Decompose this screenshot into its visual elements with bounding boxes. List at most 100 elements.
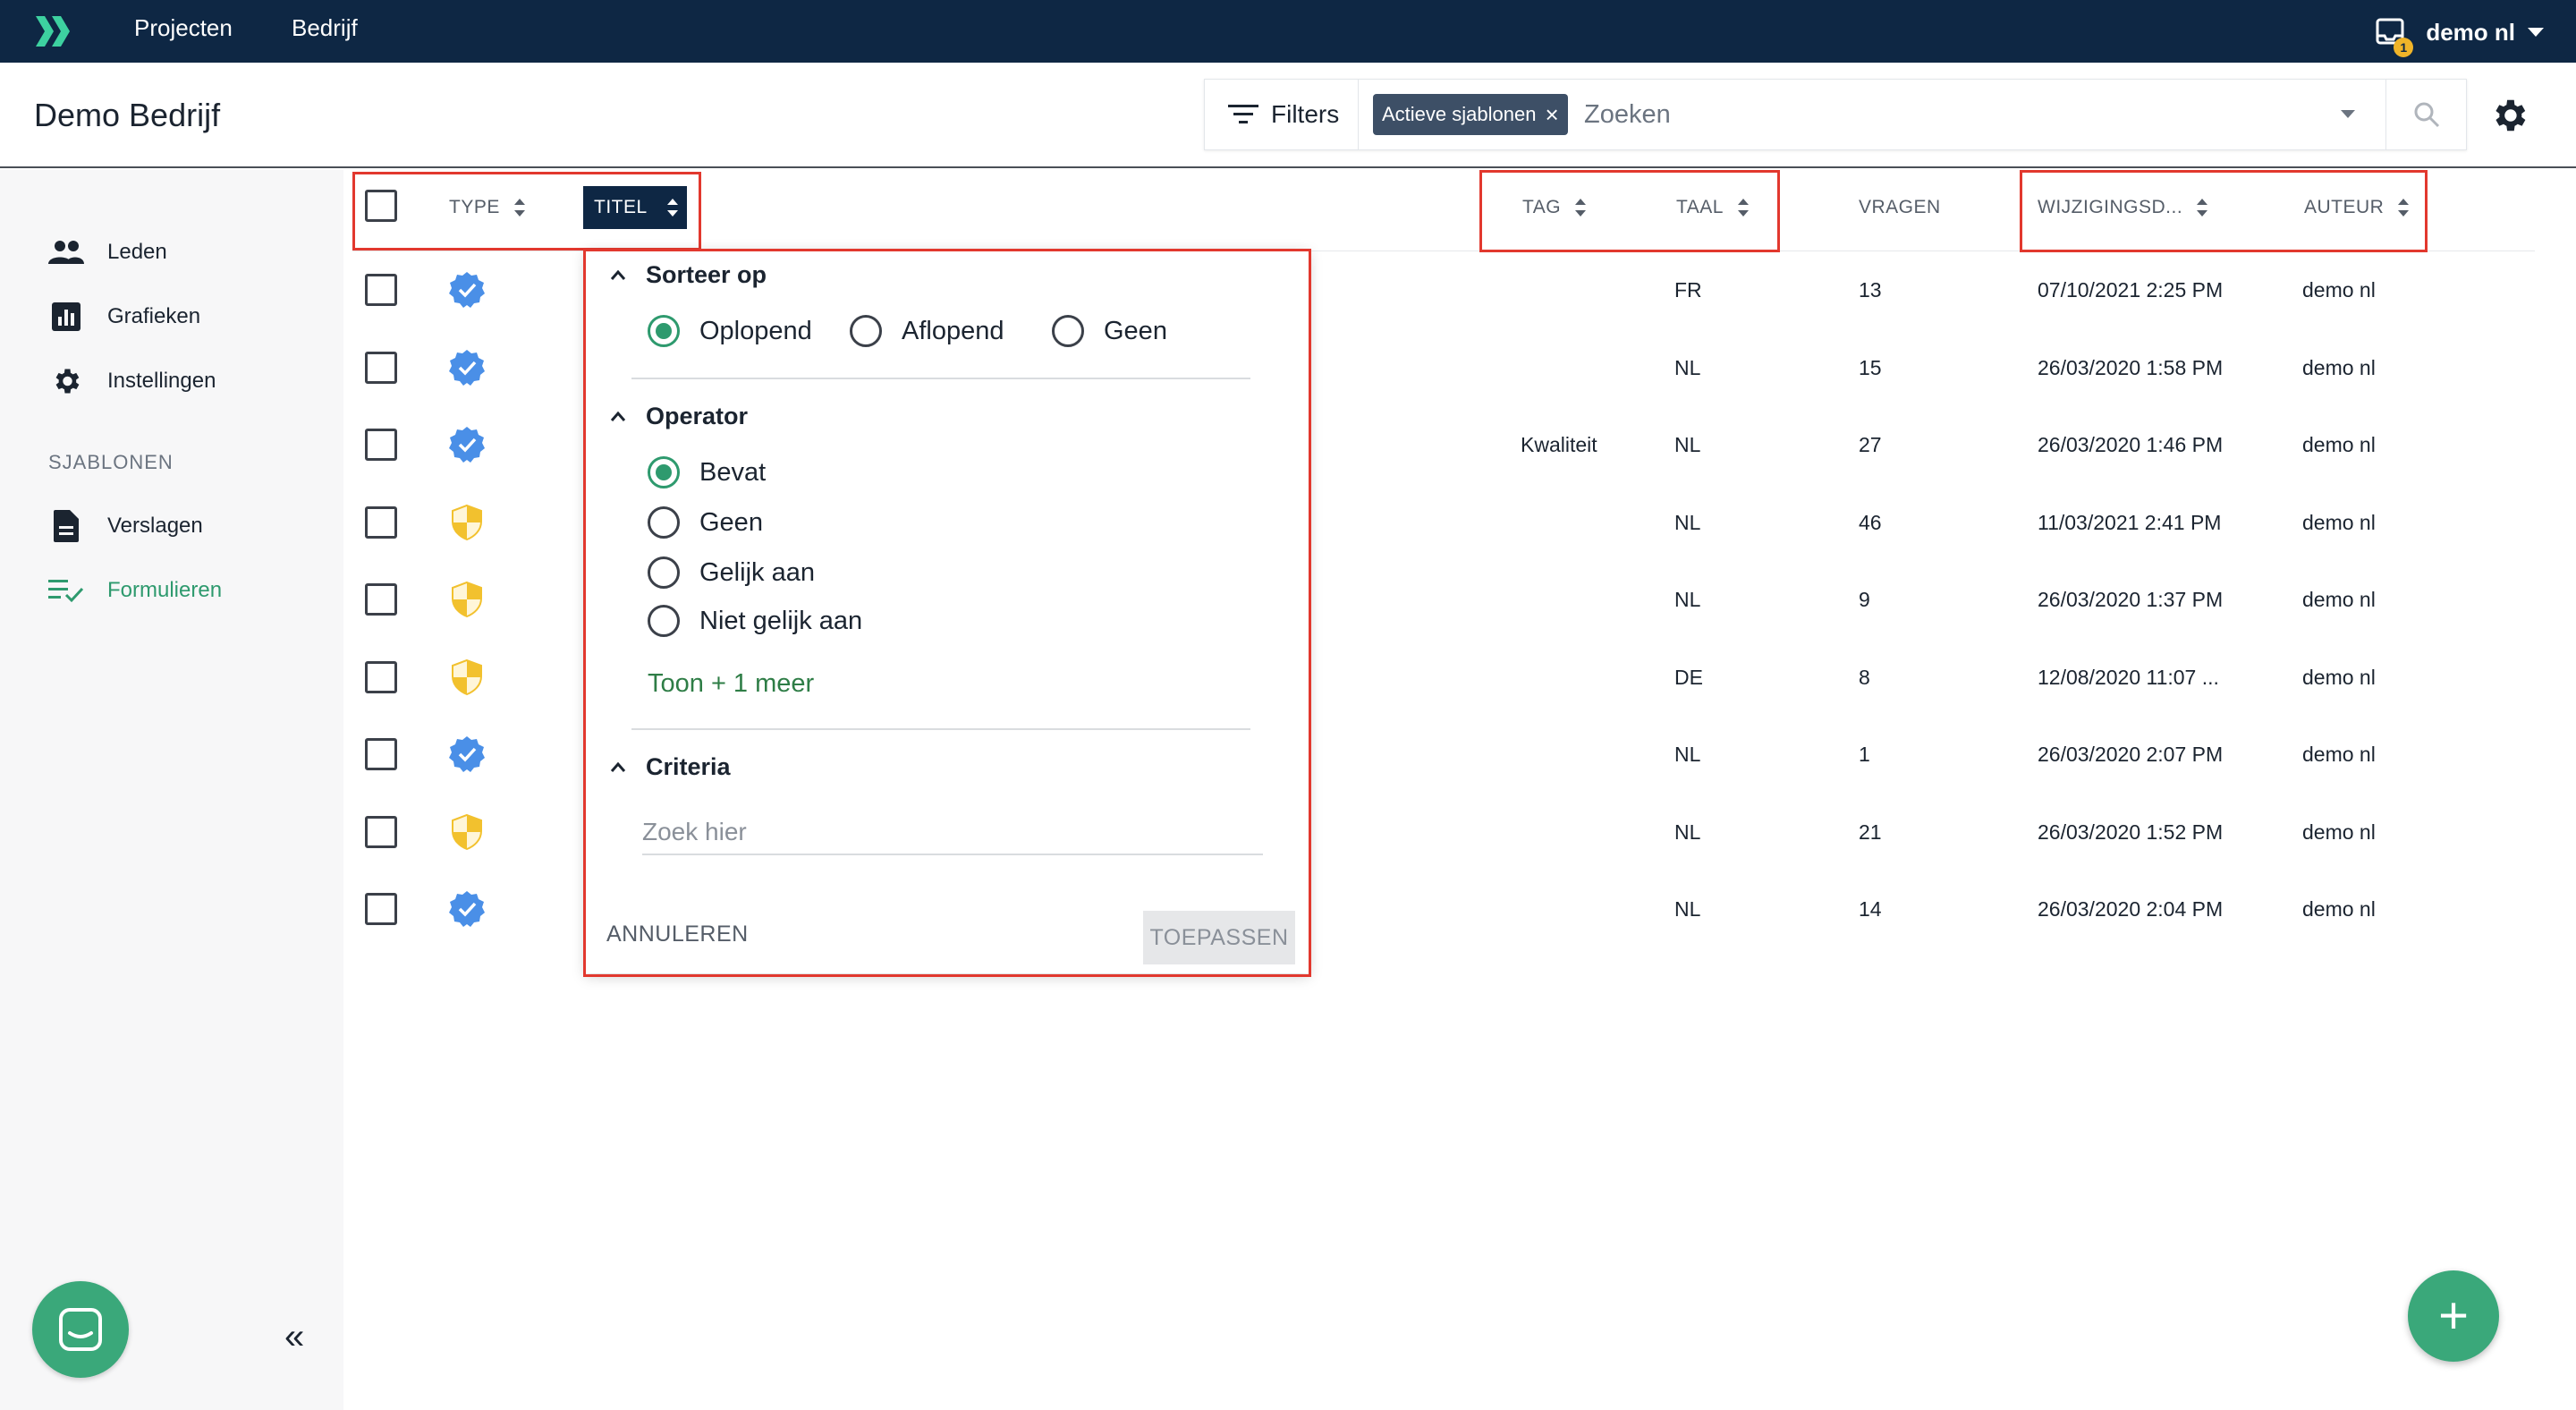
- search-bar: Filters Actieve sjablonen ×: [1204, 79, 2467, 150]
- row-checkbox[interactable]: [365, 506, 397, 539]
- cancel-button[interactable]: ANNULEREN: [606, 922, 749, 947]
- radio-circle: [648, 506, 680, 539]
- collapse-sidebar-icon[interactable]: «: [284, 1317, 304, 1357]
- chat-icon: [59, 1308, 102, 1351]
- row-checkbox[interactable]: [365, 352, 397, 384]
- radio-label: Niet gelijk aan: [699, 606, 863, 635]
- apply-button[interactable]: TOEPASSEN: [1143, 911, 1295, 964]
- inbox-badge: 1: [2394, 38, 2414, 57]
- user-name[interactable]: demo nl: [2426, 19, 2515, 47]
- sidebar-item-formulieren[interactable]: Formulieren: [48, 573, 222, 608]
- author-cell: demo nl: [2302, 511, 2376, 534]
- column-header-auteur[interactable]: AUTEUR: [2304, 197, 2410, 218]
- criteria-search-input[interactable]: [642, 811, 1263, 855]
- show-more-link[interactable]: Toon + 1 meer: [648, 669, 814, 699]
- sort-icon: [1737, 198, 1749, 217]
- sidebar-item-leden[interactable]: Leden: [48, 234, 167, 270]
- modified-date-cell: 26/03/2020 1:46 PM: [2038, 433, 2224, 456]
- sidebar-item-grafieken[interactable]: Grafieken: [48, 299, 200, 335]
- select-all-checkbox[interactable]: [365, 190, 397, 222]
- row-checkbox[interactable]: [365, 738, 397, 770]
- criteria-section-header[interactable]: Criteria: [610, 753, 731, 781]
- inbox-icon[interactable]: 1: [2376, 18, 2414, 57]
- sidebar: Leden Grafieken Instellingen SJABLONEN V…: [0, 170, 343, 1410]
- user-menu[interactable]: 1 demo nl: [2376, 14, 2544, 57]
- nav-link-bedrijf[interactable]: Bedrijf: [292, 14, 358, 42]
- questions-cell: 9: [1859, 588, 1870, 611]
- active-filter-chip: Actieve sjablonen ×: [1373, 94, 1568, 135]
- language-cell: NL: [1674, 588, 1701, 611]
- top-navigation: Projecten Bedrijf 1 demo nl: [0, 0, 2576, 63]
- section-title: Sorteer op: [646, 261, 767, 288]
- column-label: TAAL: [1676, 197, 1724, 217]
- sort-section-header[interactable]: Sorteer op: [610, 261, 767, 289]
- radio-oplopend[interactable]: Oplopend: [648, 315, 812, 347]
- column-label: TITEL: [594, 197, 648, 217]
- page-title: Demo Bedrijf: [34, 97, 221, 133]
- questions-cell: 21: [1859, 820, 1882, 844]
- close-icon[interactable]: ×: [1545, 101, 1558, 129]
- sidebar-item-label: Formulieren: [107, 578, 223, 602]
- sort-icon: [2398, 198, 2410, 217]
- modified-date-cell: 07/10/2021 2:25 PM: [2038, 278, 2224, 302]
- nav-link-projecten[interactable]: Projecten: [134, 14, 233, 42]
- row-checkbox[interactable]: [365, 583, 397, 616]
- column-label: TYPE: [449, 197, 500, 217]
- verified-badge-icon: [447, 889, 487, 929]
- chat-button[interactable]: [32, 1281, 129, 1378]
- column-header-type[interactable]: TYPE: [449, 197, 525, 218]
- search-input[interactable]: [1584, 94, 2318, 135]
- sort-icon: [1575, 198, 1587, 217]
- sidebar-item-instellingen[interactable]: Instellingen: [48, 363, 216, 399]
- page-header: Demo Bedrijf Filters Actieve sjablonen ×: [0, 63, 2576, 168]
- row-checkbox[interactable]: [365, 661, 397, 693]
- radio-circle: [1052, 315, 1084, 347]
- row-checkbox[interactable]: [365, 274, 397, 306]
- questions-cell: 13: [1859, 278, 1882, 302]
- add-button[interactable]: +: [2408, 1270, 2499, 1362]
- search-button[interactable]: [2385, 80, 2466, 149]
- chevron-down-icon[interactable]: [2528, 28, 2544, 37]
- gear-icon[interactable]: [2488, 95, 2529, 136]
- questions-cell: 14: [1859, 897, 1882, 921]
- column-label: TAG: [1522, 197, 1562, 217]
- shield-icon: [447, 812, 487, 852]
- radio-bevat[interactable]: Bevat: [648, 456, 766, 488]
- sidebar-item-label: Verslagen: [107, 514, 203, 538]
- author-cell: demo nl: [2302, 278, 2376, 302]
- modified-date-cell: 26/03/2020 1:37 PM: [2038, 588, 2224, 611]
- app-logo-icon[interactable]: [34, 13, 73, 50]
- shield-icon: [447, 580, 487, 619]
- column-header-taal[interactable]: TAAL: [1676, 197, 1749, 218]
- filters-button[interactable]: Filters: [1205, 80, 1359, 149]
- column-label: AUTEUR: [2304, 197, 2385, 217]
- row-checkbox[interactable]: [365, 429, 397, 461]
- sidebar-item-verslagen[interactable]: Verslagen: [48, 508, 203, 544]
- document-icon: [48, 508, 84, 544]
- radio-circle: [648, 605, 680, 637]
- radio-geen-operator[interactable]: Geen: [648, 506, 763, 539]
- chevron-down-icon[interactable]: [2341, 110, 2355, 118]
- row-checkbox[interactable]: [365, 893, 397, 925]
- radio-aflopend[interactable]: Aflopend: [850, 315, 1004, 347]
- column-header-vragen[interactable]: VRAGEN: [1859, 197, 1941, 218]
- author-cell: demo nl: [2302, 666, 2376, 689]
- column-header-titel[interactable]: TITEL: [583, 186, 687, 229]
- sort-icon: [666, 198, 678, 217]
- operator-section-header[interactable]: Operator: [610, 403, 748, 430]
- radio-geen-sort[interactable]: Geen: [1052, 315, 1167, 347]
- sidebar-item-label: Grafieken: [107, 304, 201, 328]
- sort-icon: [2197, 198, 2208, 217]
- verified-badge-icon: [447, 348, 487, 387]
- modified-date-cell: 12/08/2020 11:07 ...: [2038, 666, 2219, 689]
- column-header-tag[interactable]: TAG: [1522, 197, 1587, 218]
- radio-label: Geen: [1104, 316, 1167, 345]
- author-cell: demo nl: [2302, 588, 2376, 611]
- column-header-wijzigingsdatum[interactable]: WIJZIGINGSD...: [2038, 197, 2208, 218]
- row-checkbox[interactable]: [365, 816, 397, 848]
- radio-gelijk-aan[interactable]: Gelijk aan: [648, 556, 815, 589]
- radio-label: Aflopend: [902, 316, 1004, 345]
- radio-niet-gelijk-aan[interactable]: Niet gelijk aan: [648, 605, 862, 637]
- modified-date-cell: 11/03/2021 2:41 PM: [2038, 511, 2222, 534]
- language-cell: FR: [1674, 278, 1702, 302]
